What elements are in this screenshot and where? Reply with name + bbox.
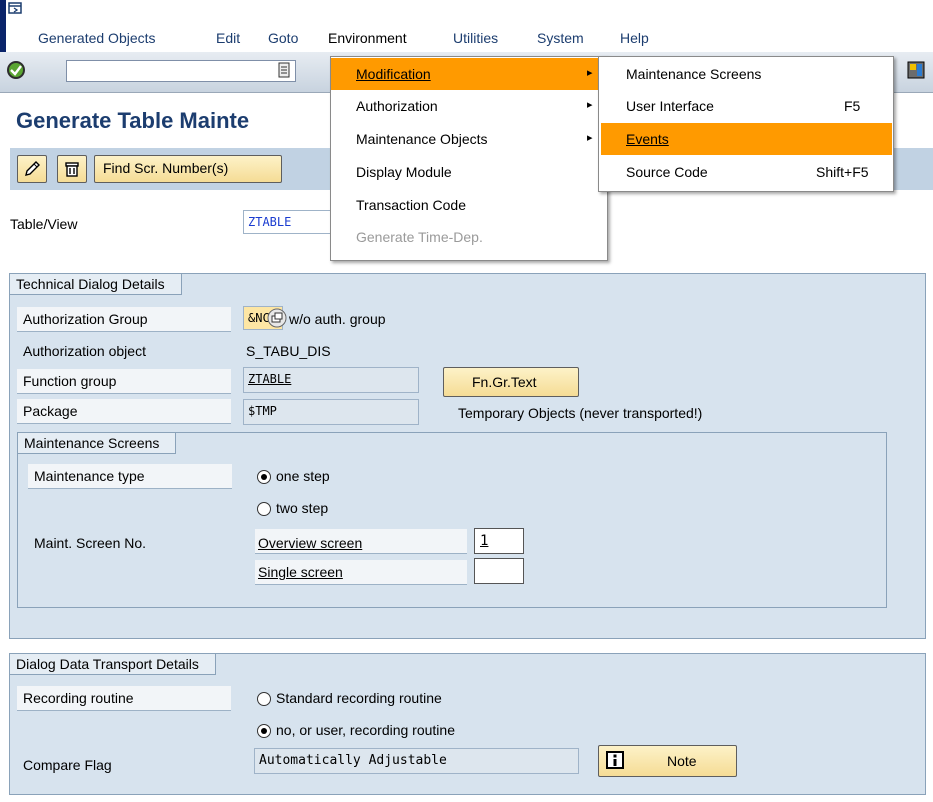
- menu-utilities[interactable]: Utilities: [453, 30, 498, 46]
- package-label: Package: [23, 403, 78, 419]
- maint-screen-no-label: Maint. Screen No.: [34, 535, 147, 551]
- menu-item-generate-time-dep: Generate Time-Dep.: [331, 221, 607, 253]
- maintenance-type-label: Maintenance type: [34, 468, 145, 484]
- info-icon: [606, 751, 624, 769]
- menu-generated-objects[interactable]: Generated Objects: [38, 30, 156, 46]
- menu-item-transaction-code[interactable]: Transaction Code: [331, 189, 607, 221]
- note-label: Note: [667, 753, 697, 769]
- auth-group-label-row: Authorization Group: [17, 307, 231, 332]
- auth-group-label: Authorization Group: [23, 311, 148, 327]
- two-step-label: two step: [276, 500, 329, 516]
- no-recording-radio[interactable]: [257, 724, 271, 738]
- single-screen-field[interactable]: [474, 558, 524, 584]
- submenu-arrow-icon: ▸: [587, 132, 593, 144]
- one-step-radio[interactable]: [257, 470, 271, 484]
- single-screen-label-row: Single screen: [255, 560, 467, 585]
- submenu-item-source-code[interactable]: Source Code Shift+F5: [599, 156, 893, 188]
- auth-object-value: S_TABU_DIS: [246, 343, 331, 359]
- two-step-radio[interactable]: [257, 502, 271, 516]
- layout-menu-icon[interactable]: [904, 60, 928, 80]
- menu-item-modification[interactable]: Modification ▸: [331, 58, 607, 90]
- function-group-field[interactable]: ZTABLE: [243, 367, 419, 393]
- overview-screen-label-row: Overview screen: [255, 529, 467, 554]
- menu-system[interactable]: System: [537, 30, 584, 46]
- standard-recording-label: Standard recording routine: [276, 690, 442, 706]
- maintenance-type-label-row: Maintenance type: [28, 464, 232, 489]
- modification-submenu: Maintenance Screens User Interface F5 Ev…: [598, 56, 894, 192]
- package-description: Temporary Objects (never transported!): [458, 405, 703, 421]
- menu-edit[interactable]: Edit: [216, 30, 240, 46]
- compare-flag-field[interactable]: Automatically Adjustable: [254, 748, 579, 774]
- menu-bar: Generated Objects Edit Goto Environment …: [0, 0, 933, 62]
- find-screen-numbers-label: Find Scr. Number(s): [103, 160, 229, 176]
- menu-environment[interactable]: Environment: [328, 30, 407, 46]
- command-history-icon[interactable]: [278, 62, 290, 78]
- note-button[interactable]: Note: [598, 745, 737, 777]
- command-field[interactable]: [66, 60, 296, 82]
- maintenance-screens-title: Maintenance Screens: [17, 432, 177, 454]
- menu-item-authorization[interactable]: Authorization ▸: [331, 90, 607, 122]
- submenu-item-maintenance-screens[interactable]: Maintenance Screens: [599, 58, 893, 90]
- submenu-arrow-icon: ▸: [587, 67, 593, 79]
- menu-help[interactable]: Help: [620, 30, 649, 46]
- menu-item-display-module[interactable]: Display Module: [331, 156, 607, 188]
- recording-routine-label: Recording routine: [23, 690, 134, 706]
- generate-time-dep-label: Generate Time-Dep.: [356, 229, 483, 245]
- function-group-label-row: Function group: [17, 369, 231, 394]
- technical-dialog-title: Technical Dialog Details: [9, 273, 182, 295]
- user-interface-item-label: User Interface: [626, 98, 714, 114]
- fn-group-text-button[interactable]: Fn.Gr.Text: [443, 367, 579, 397]
- submenu-item-user-interface[interactable]: User Interface F5: [599, 90, 893, 122]
- overview-screen-label[interactable]: Overview screen: [258, 535, 362, 551]
- maintenance-screens-item-label: Maintenance Screens: [626, 66, 762, 82]
- tableview-label: Table/View: [10, 216, 78, 232]
- value-help-icon[interactable]: [267, 308, 287, 328]
- source-code-shortcut: Shift+F5: [816, 164, 869, 180]
- package-label-row: Package: [17, 399, 231, 424]
- maintenance-objects-label: Maintenance Objects: [356, 131, 488, 147]
- transaction-code-label: Transaction Code: [356, 197, 466, 213]
- recording-routine-label-row: Recording routine: [17, 686, 231, 711]
- submenu-arrow-icon: ▸: [587, 99, 593, 111]
- menu-item-maintenance-objects[interactable]: Maintenance Objects ▸: [331, 123, 607, 155]
- no-recording-label: no, or user, recording routine: [276, 722, 455, 738]
- menu-goto[interactable]: Goto: [268, 30, 298, 46]
- compare-flag-label: Compare Flag: [23, 757, 112, 773]
- single-screen-label[interactable]: Single screen: [258, 564, 343, 580]
- function-group-label: Function group: [23, 373, 117, 389]
- fn-group-text-label: Fn.Gr.Text: [472, 374, 537, 390]
- overview-screen-field[interactable]: 1: [474, 528, 524, 554]
- auth-group-hint: w/o auth. group: [289, 311, 386, 327]
- user-interface-shortcut: F5: [844, 98, 861, 114]
- events-item-label: Events: [626, 131, 669, 147]
- standard-recording-radio[interactable]: [257, 692, 271, 706]
- find-screen-numbers-button[interactable]: Find Scr. Number(s): [94, 155, 282, 183]
- one-step-label: one step: [276, 468, 330, 484]
- display-module-label: Display Module: [356, 164, 452, 180]
- package-field[interactable]: $TMP: [243, 399, 419, 425]
- submenu-item-events[interactable]: Events: [601, 123, 892, 155]
- transport-details-title: Dialog Data Transport Details: [9, 653, 216, 675]
- page-title: Generate Table Mainte: [16, 108, 250, 133]
- auth-object-label: Authorization object: [23, 343, 146, 359]
- pencil-icon: [25, 161, 40, 176]
- authorization-label: Authorization: [356, 98, 438, 114]
- trash-icon: [65, 162, 79, 177]
- source-code-item-label: Source Code: [626, 164, 708, 180]
- tableview-field[interactable]: ZTABLE: [243, 210, 333, 234]
- environment-menu: Modification ▸ Authorization ▸ Maintenan…: [330, 56, 608, 261]
- change-button[interactable]: [17, 155, 47, 183]
- modification-label: Modification: [356, 66, 431, 82]
- enter-check-icon[interactable]: [6, 60, 26, 80]
- delete-button[interactable]: [57, 155, 87, 183]
- system-menu-icon[interactable]: [8, 2, 22, 14]
